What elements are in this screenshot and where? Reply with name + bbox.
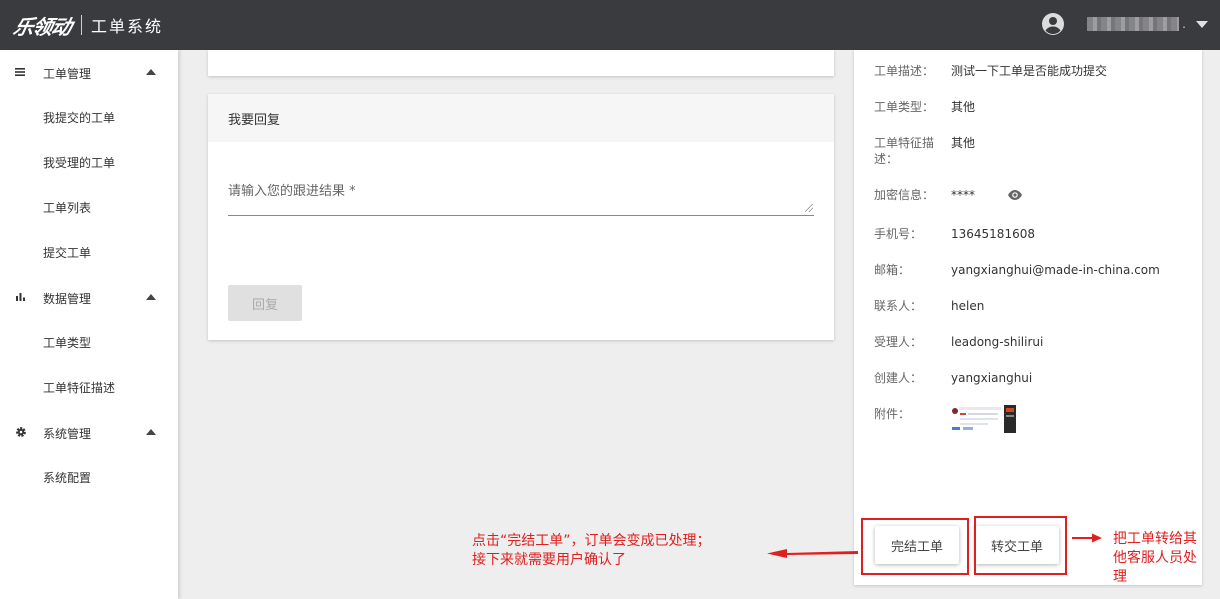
detail-label: 附件： xyxy=(874,407,911,421)
sidebar-item-my-accepted[interactable]: 我受理的工单 xyxy=(0,140,178,185)
annotation-finish-text: 点击“完结工单”，订单会变成已处理； 接下来就需要用户确认了 xyxy=(472,532,711,570)
reply-input-label: 请输入您的跟进结果 * xyxy=(228,184,356,199)
chevron-up-icon[interactable] xyxy=(146,294,156,300)
reply-button[interactable]: 回复 xyxy=(228,285,302,321)
ticket-details-card: 工单描述： 测试一下工单是否能成功提交 工单类型： 其他 工单特征描述： 其他 … xyxy=(854,50,1202,585)
logo[interactable]: 乐领动 工单系统 xyxy=(11,13,164,39)
sidebar: 工单管理 我提交的工单 我受理的工单 工单列表 提交工单 数据管理 工单类型 工… xyxy=(0,50,178,599)
chevron-up-icon[interactable] xyxy=(146,69,156,75)
detail-label: 邮箱： xyxy=(874,263,911,277)
detail-label: 工单描述： xyxy=(874,64,935,78)
sidebar-item-ticket-list[interactable]: 工单列表 xyxy=(0,185,178,230)
detail-value: yangxianghui xyxy=(951,371,1033,385)
logo-mark: 乐领动 xyxy=(11,14,74,39)
detail-label: 联系人： xyxy=(874,299,923,313)
detail-label: 手机号： xyxy=(874,227,923,241)
annotation-box-finish xyxy=(861,518,969,575)
top-bar: 乐领动 工单系统 . xyxy=(0,0,1220,50)
reply-card-title: 我要回复 xyxy=(208,94,834,142)
sidebar-item-ticket-types[interactable]: 工单类型 xyxy=(0,320,178,365)
detail-value: leadong-shilirui xyxy=(951,335,1044,349)
gear-icon xyxy=(16,427,26,437)
sidebar-item-my-submitted[interactable]: 我提交的工单 xyxy=(0,95,178,140)
resize-handle-icon[interactable] xyxy=(805,204,813,212)
detail-value: 其他 xyxy=(951,136,976,150)
detail-label: 受理人： xyxy=(874,335,923,349)
detail-label: 工单类型： xyxy=(874,100,935,114)
sidebar-item-system-config[interactable]: 系统配置 xyxy=(0,455,178,500)
app-title: 工单系统 xyxy=(91,17,164,36)
chevron-down-icon[interactable] xyxy=(1196,20,1208,28)
detail-value: helen xyxy=(951,299,985,313)
detail-label: 工单特征描述： xyxy=(874,136,935,166)
user-name-redacted xyxy=(1087,17,1180,31)
detail-value: 13645181608 xyxy=(951,227,1035,241)
logo-divider xyxy=(81,15,82,35)
user-name-dot: . xyxy=(1182,17,1186,31)
annotation-box-transfer xyxy=(974,516,1067,575)
bar-chart-icon xyxy=(16,293,25,301)
sidebar-group-label: 系统管理 xyxy=(43,427,92,441)
account-circle-icon[interactable] xyxy=(1041,12,1065,36)
detail-value: yangxianghui@made-in-china.com xyxy=(951,263,1160,277)
eye-icon[interactable] xyxy=(1007,188,1023,202)
annotation-line: 他客服人员处 xyxy=(1113,550,1197,566)
sidebar-group-ticket-management[interactable]: 工单管理 xyxy=(0,50,178,95)
ticket-content-card xyxy=(208,50,834,76)
detail-value: 其他 xyxy=(951,100,976,114)
user-menu[interactable]: . xyxy=(1041,12,1208,36)
annotation-line: 点击“完结工单”，订单会变成已处理； xyxy=(472,533,711,549)
sidebar-item-ticket-features[interactable]: 工单特征描述 xyxy=(0,365,178,410)
sidebar-group-label: 数据管理 xyxy=(43,292,92,306)
annotation-line: 理 xyxy=(1113,569,1127,585)
chevron-up-icon[interactable] xyxy=(146,429,156,435)
reply-card: 我要回复 请输入您的跟进结果 * 回复 xyxy=(208,94,834,340)
annotation-line: 把工单转给其 xyxy=(1113,531,1197,547)
annotation-arrow-left-icon xyxy=(767,549,858,558)
annotation-transfer-text: 把工单转给其 他客服人员处 理 xyxy=(1113,530,1213,587)
sidebar-group-data-management[interactable]: 数据管理 xyxy=(0,275,178,320)
annotation-line: 接下来就需要用户确认了 xyxy=(472,552,626,568)
annotation-arrow-right-icon xyxy=(1072,533,1102,543)
menu-icon xyxy=(15,68,25,76)
detail-value: 测试一下工单是否能成功提交 xyxy=(951,64,1108,78)
reply-textarea[interactable]: 请输入您的跟进结果 * xyxy=(228,180,814,216)
detail-label: 创建人： xyxy=(874,371,923,385)
sidebar-group-label: 工单管理 xyxy=(43,67,92,81)
detail-value: **** xyxy=(951,188,975,202)
attachment-thumbnail[interactable] xyxy=(951,405,1017,433)
sidebar-item-submit-ticket[interactable]: 提交工单 xyxy=(0,230,178,275)
detail-label: 加密信息： xyxy=(874,188,935,202)
sidebar-group-system-management[interactable]: 系统管理 xyxy=(0,410,178,455)
